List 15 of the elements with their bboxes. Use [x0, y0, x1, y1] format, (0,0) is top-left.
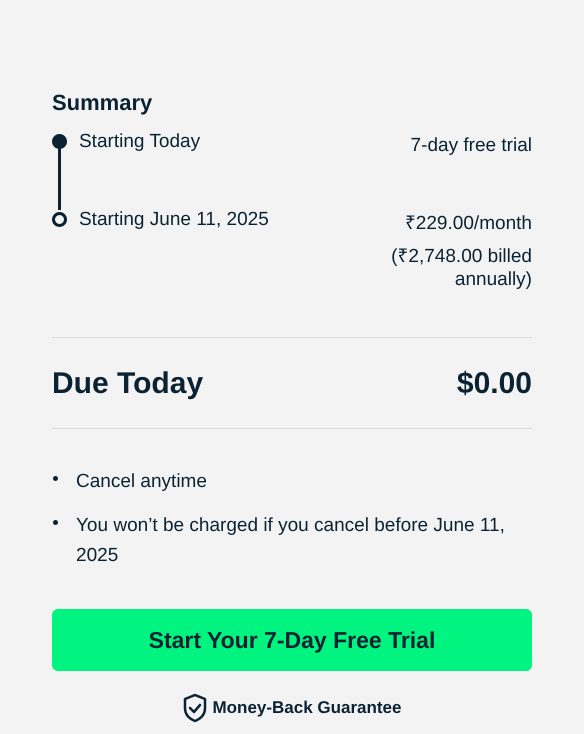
bullet-icon — [53, 476, 58, 481]
summary-title: Summary — [52, 89, 154, 117]
note-text: You won’t be charged if you cancel before June 11, 2025 — [76, 514, 506, 568]
due-label: Due Today — [52, 366, 204, 402]
bullet-icon — [53, 520, 58, 525]
step-price: ₹229.00/month — [404, 212, 532, 235]
shield-check-icon — [182, 693, 207, 723]
step-label: Starting June 11, 2025 — [79, 208, 269, 232]
guarantee-text: Money-Back Guarantee — [212, 697, 402, 720]
due-amount: $0.00 — [456, 366, 532, 402]
step-price: (₹2,748.00 billed annually) — [390, 245, 532, 291]
note-text: Cancel anytime — [76, 470, 208, 494]
start-trial-button[interactable]: Start Your 7-Day Free Trial — [52, 609, 532, 671]
step-label: Starting Today — [79, 130, 200, 154]
step-price: 7-day free trial — [410, 134, 532, 157]
